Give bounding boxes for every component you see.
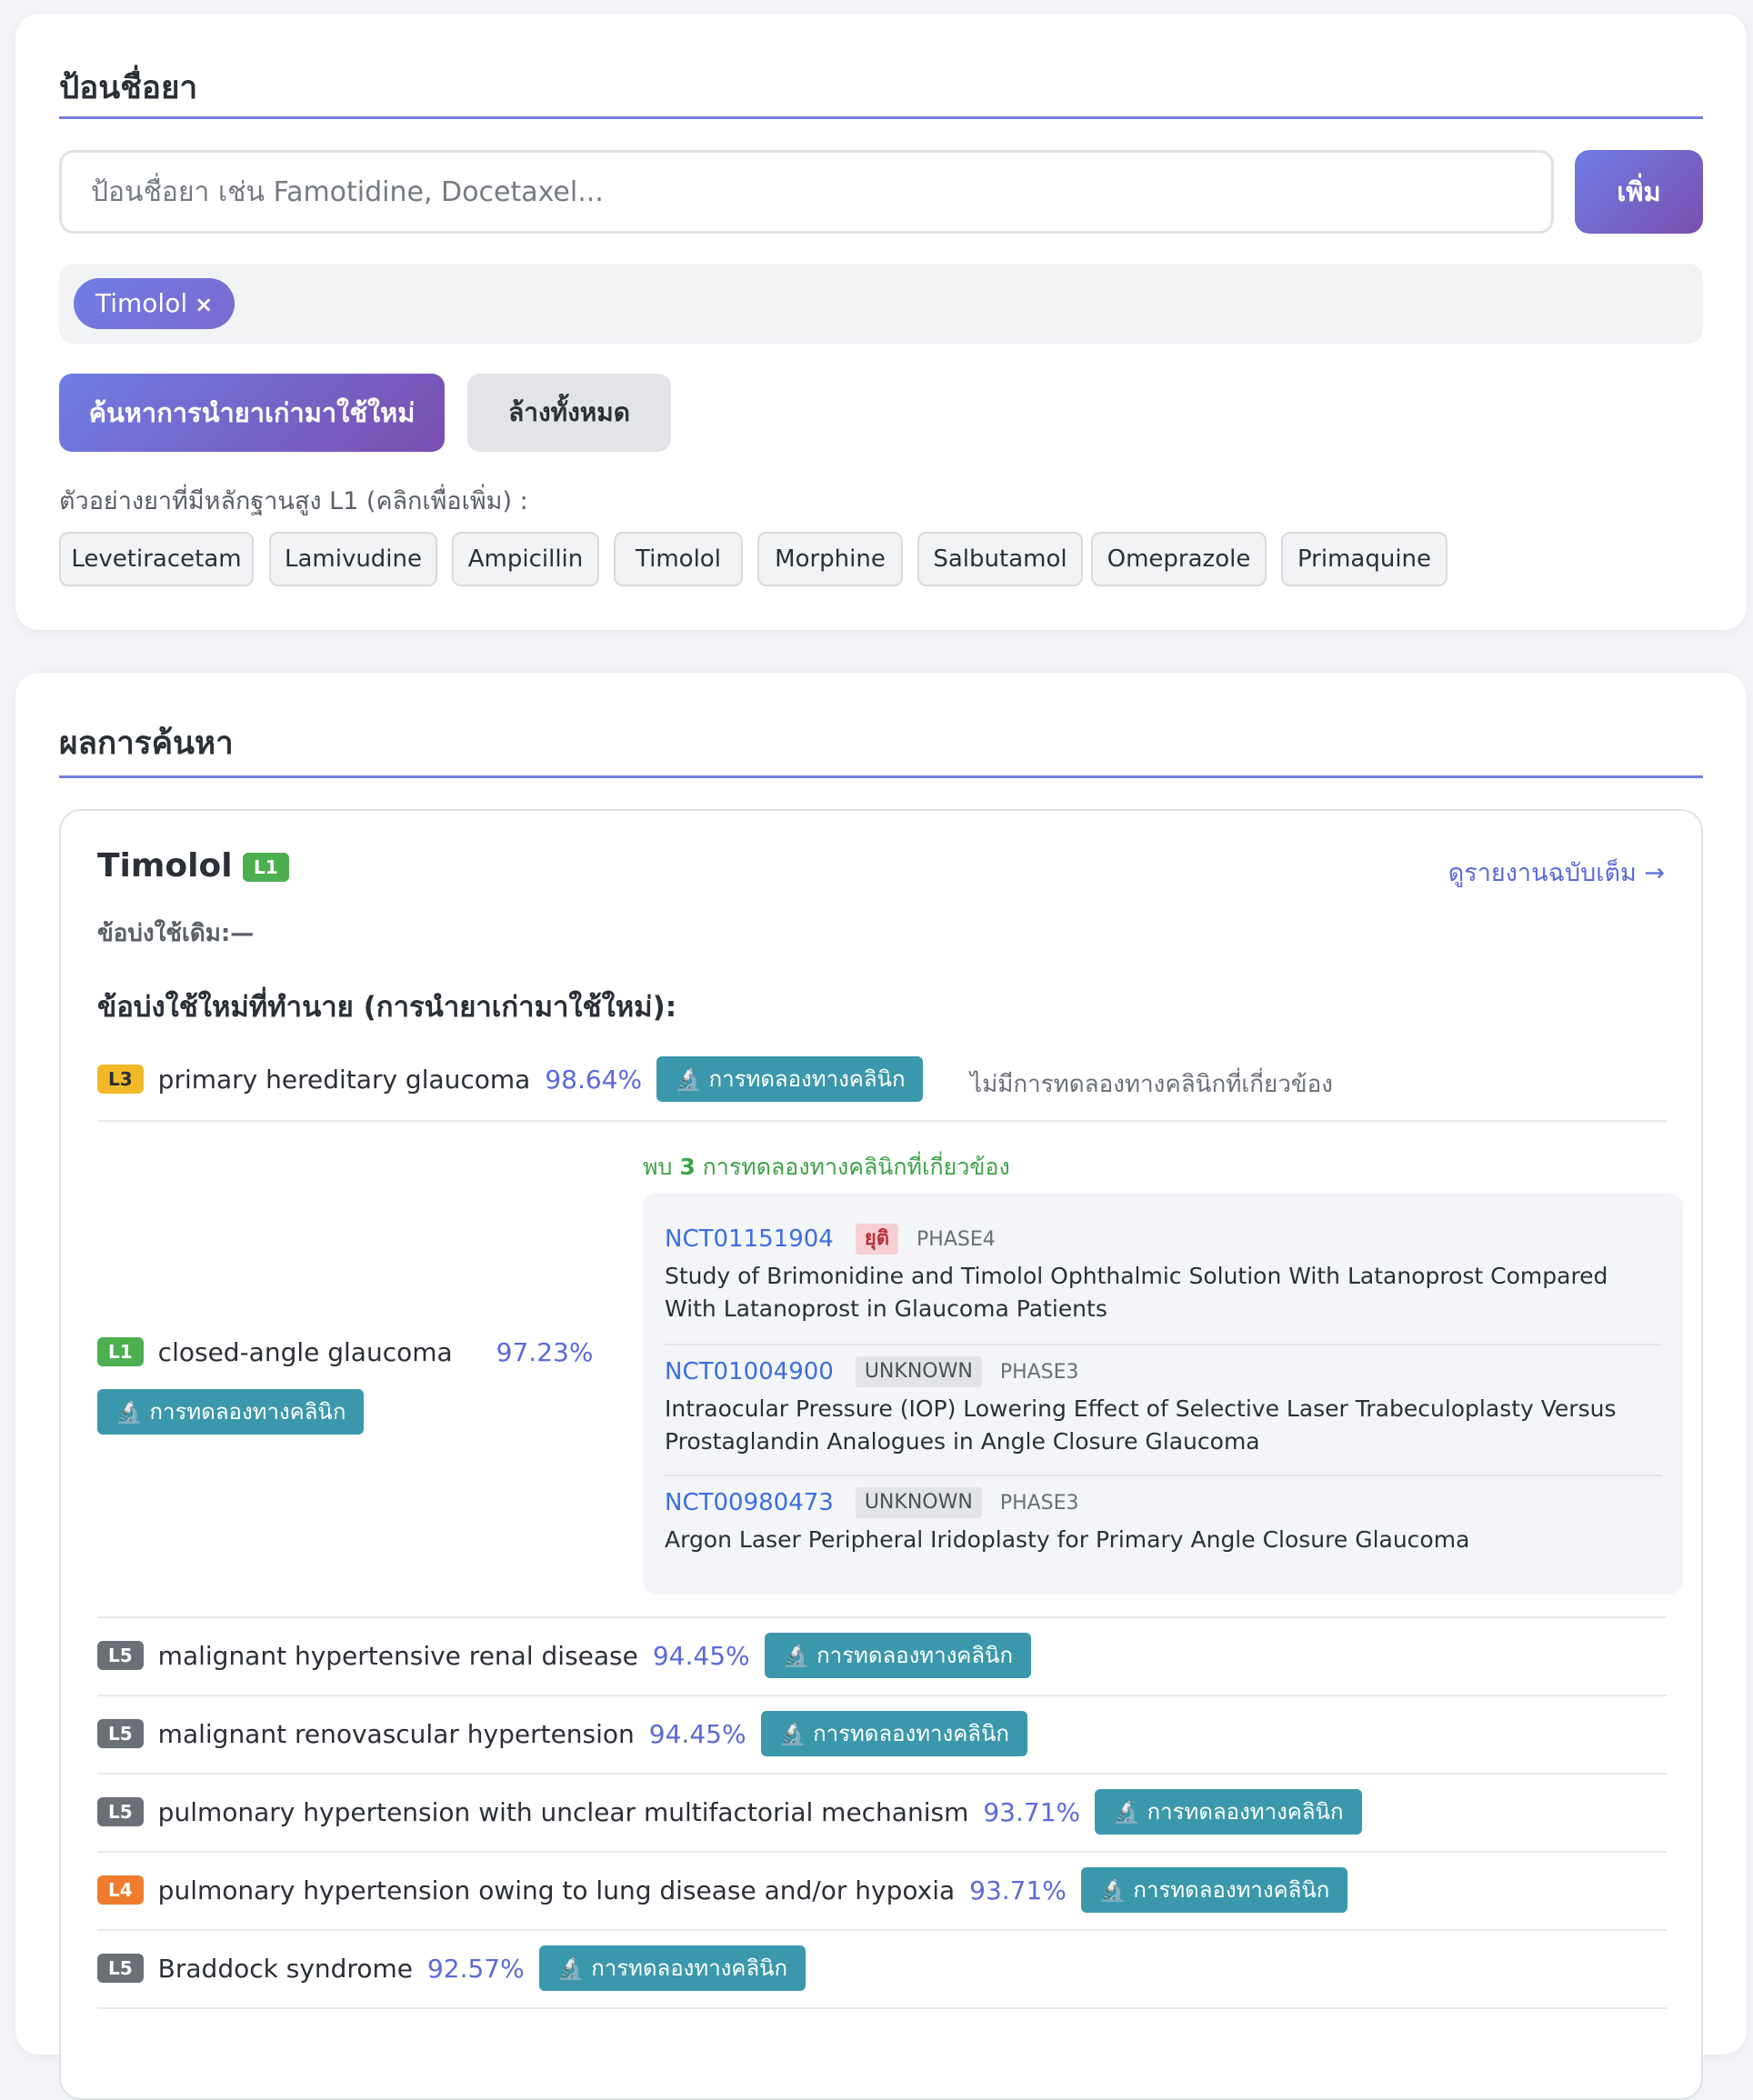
- trials-found-note: พบ 3 การทดลองทางคลินิกที่เกี่ยวข้อง: [643, 1154, 1010, 1180]
- indication-score: 98.64%: [545, 1064, 643, 1095]
- row-divider: [97, 1695, 1667, 1696]
- row-divider: [97, 1851, 1667, 1853]
- clinical-trials-button[interactable]: 🔬 การทดลองทางคลินิก: [760, 1711, 1027, 1756]
- trial-status-badge: UNKNOWN: [855, 1356, 982, 1387]
- example-chip-morphine[interactable]: Morphine: [757, 532, 903, 586]
- selected-drug-tag[interactable]: Timolol ×: [74, 278, 235, 329]
- trial-id-link[interactable]: NCT01151904: [665, 1225, 834, 1253]
- trial-item: NCT00980473 UNKNOWN PHASE3 Argon Laser P…: [665, 1487, 1661, 1556]
- indication-row: L1 closed-angle glaucoma 97.23%: [97, 1329, 593, 1375]
- title-divider: [59, 775, 1703, 778]
- row-divider: [97, 1120, 1667, 1122]
- trial-item: NCT01151904 ยุติ PHASE4 Study of Brimoni…: [665, 1224, 1661, 1325]
- indication-row: L4 pulmonary hypertension owing to lung …: [97, 1867, 1348, 1913]
- evidence-level-badge: L3: [97, 1065, 144, 1094]
- indication-row: L5 pulmonary hypertension with unclear m…: [97, 1789, 1362, 1835]
- input-section-title: ป้อนชื่อยา: [59, 70, 198, 106]
- indication-score: 97.23%: [496, 1336, 594, 1367]
- drug-result-panel: Timolol L1 ดูรายงานฉบับเต็ม → ข้อบ่งใช้เ…: [59, 809, 1703, 2100]
- indication-name: malignant hypertensive renal disease: [157, 1640, 638, 1671]
- indication-name: closed-angle glaucoma: [157, 1336, 453, 1367]
- indication-score: 93.71%: [983, 1796, 1081, 1827]
- trial-title: Intraocular Pressure (IOP) Lowering Effe…: [665, 1395, 1617, 1455]
- indication-score: 93.71%: [969, 1875, 1067, 1905]
- indication-score: 92.57%: [426, 1953, 525, 1984]
- clinical-trials-list: NCT01151904 ยุติ PHASE4 Study of Brimoni…: [643, 1193, 1683, 1595]
- trial-status-badge: ยุติ: [855, 1224, 899, 1255]
- indication-name: pulmonary hypertension with unclear mult…: [157, 1796, 969, 1827]
- evidence-level-badge: L5: [97, 1641, 144, 1670]
- indication-name: pulmonary hypertension owing to lung dis…: [157, 1875, 956, 1905]
- clinical-trials-button[interactable]: 🔬 การทดลองทางคลินิก: [538, 1945, 806, 1991]
- trial-status-badge: UNKNOWN: [855, 1487, 982, 1518]
- evidence-level-badge: L4: [97, 1875, 144, 1905]
- row-divider: [97, 1929, 1667, 1931]
- example-chip-timolol[interactable]: Timolol: [614, 532, 743, 586]
- clinical-trials-button[interactable]: 🔬 การทดลองทางคลินิก: [1080, 1867, 1348, 1913]
- example-chip-primaquine[interactable]: Primaquine: [1281, 532, 1447, 586]
- row-divider: [97, 1616, 1667, 1618]
- clinical-trials-button[interactable]: 🔬 การทดลองทางคลินิก: [764, 1633, 1031, 1678]
- drug-input-card: ป้อนชื่อยา เพิ่ม Timolol × ค้นหาการนำยาเก…: [15, 14, 1747, 630]
- trial-title: Study of Brimonidine and Timolol Ophthal…: [665, 1263, 1608, 1322]
- indication-row: L5 malignant renovascular hypertension 9…: [97, 1711, 1027, 1756]
- indication-score: 94.45%: [648, 1718, 746, 1749]
- clinical-trials-button[interactable]: 🔬 การทดลองทางคลินิก: [656, 1056, 924, 1102]
- example-chip-levetiracetam[interactable]: Levetiracetam: [59, 532, 254, 586]
- remove-tag-icon[interactable]: ×: [195, 292, 213, 317]
- title-divider: [59, 116, 1703, 119]
- indication-score: 94.45%: [652, 1640, 750, 1671]
- indication-name: Braddock syndrome: [157, 1953, 413, 1984]
- add-drug-button[interactable]: เพิ่ม: [1575, 150, 1703, 234]
- no-trials-text: ไม่มีการทดลองทางคลินิกที่เกี่ยวข้อง: [970, 1071, 1333, 1098]
- predicted-indications-title: ข้อบ่งใช้ใหม่ที่ทำนาย (การนำยาเก่ามาใช้ใ…: [97, 991, 677, 1024]
- trial-id-link[interactable]: NCT00980473: [665, 1489, 834, 1516]
- trial-id-link[interactable]: NCT01004900: [665, 1358, 834, 1385]
- results-section-title: ผลการค้นหา: [59, 725, 234, 762]
- clear-all-button[interactable]: ล้างทั้งหมด: [467, 374, 671, 452]
- original-indication: ข้อบ่งใช้เดิม:—: [97, 920, 255, 947]
- indication-row: L5 malignant hypertensive renal disease …: [97, 1633, 1031, 1678]
- clinical-trials-button[interactable]: 🔬 การทดลองทางคลินิก: [1095, 1789, 1362, 1835]
- evidence-level-badge: L1: [97, 1337, 144, 1366]
- search-repurposing-button[interactable]: ค้นหาการนำยาเก่ามาใช้ใหม่: [59, 374, 445, 452]
- trial-phase: PHASE4: [917, 1227, 996, 1251]
- drug-name: Timolol: [97, 847, 233, 885]
- evidence-level-badge: L5: [97, 1954, 144, 1983]
- evidence-level-badge: L5: [97, 1719, 144, 1748]
- example-chip-omeprazole[interactable]: Omeprazole: [1091, 532, 1267, 586]
- example-chip-ampicillin[interactable]: Ampicillin: [452, 532, 599, 586]
- full-report-link[interactable]: ดูรายงานฉบับเต็ม →: [1448, 853, 1665, 892]
- indication-name: malignant renovascular hypertension: [157, 1718, 635, 1749]
- evidence-level-badge: L1: [243, 853, 289, 882]
- indication-name: primary hereditary glaucoma: [157, 1064, 531, 1095]
- indication-row: L3 primary hereditary glaucoma 98.64% 🔬 …: [97, 1056, 924, 1102]
- tag-label: Timolol: [95, 288, 188, 318]
- row-divider: [97, 2007, 1667, 2009]
- trial-divider: [665, 1344, 1661, 1345]
- row-divider: [97, 1773, 1667, 1775]
- trial-divider: [665, 1475, 1661, 1476]
- drug-name-input[interactable]: [59, 150, 1554, 234]
- results-card: ผลการค้นหา Timolol L1 ดูรายงานฉบับเต็ม →…: [15, 673, 1747, 2100]
- evidence-level-badge: L5: [97, 1797, 144, 1826]
- trial-title: Argon Laser Peripheral Iridoplasty for P…: [665, 1526, 1470, 1553]
- trial-item: NCT01004900 UNKNOWN PHASE3 Intraocular P…: [665, 1356, 1661, 1458]
- trial-phase: PHASE3: [999, 1360, 1079, 1384]
- clinical-trials-button[interactable]: 🔬 การทดลองทางคลินิก: [97, 1389, 365, 1435]
- example-chip-lamivudine[interactable]: Lamivudine: [269, 532, 437, 586]
- trial-phase: PHASE3: [999, 1491, 1079, 1515]
- example-chip-salbutamol[interactable]: Salbutamol: [917, 532, 1083, 586]
- selected-drugs-area: Timolol ×: [59, 264, 1703, 344]
- examples-label: ตัวอย่างยาที่มีหลักฐานสูง L1 (คลิกเพื่อเ…: [59, 487, 528, 515]
- indication-row: L5 Braddock syndrome 92.57% 🔬 การทดลองทา…: [97, 1945, 806, 1991]
